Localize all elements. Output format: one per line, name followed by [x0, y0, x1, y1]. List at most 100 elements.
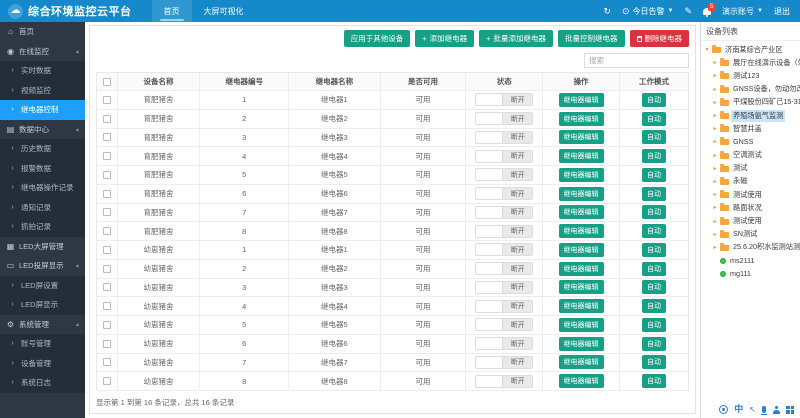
cursor-icon[interactable]: ↖ — [749, 406, 756, 414]
status-toggle[interactable]: 断开 — [475, 150, 533, 163]
row-checkbox[interactable] — [103, 208, 111, 216]
relay-edit-button[interactable]: 继电器编辑 — [559, 280, 604, 294]
tree-collapsed-icon[interactable]: ▸ — [712, 86, 718, 93]
status-off-segment[interactable]: 断开 — [502, 226, 532, 237]
relay-edit-button[interactable]: 继电器编辑 — [559, 355, 604, 369]
relay-edit-button[interactable]: 继电器编辑 — [559, 243, 604, 257]
sidebar-item-视频监控[interactable]: ›视频监控 — [0, 81, 85, 101]
row-checkbox[interactable] — [103, 358, 111, 366]
status-off-segment[interactable]: 断开 — [502, 301, 532, 312]
relay-edit-button[interactable]: 继电器编辑 — [559, 130, 604, 144]
status-off-segment[interactable]: 断开 — [502, 244, 532, 255]
status-on-segment[interactable] — [476, 319, 502, 330]
mode-auto-button[interactable]: 自动 — [642, 280, 666, 294]
row-checkbox[interactable] — [103, 96, 111, 104]
status-off-segment[interactable]: 断开 — [502, 113, 532, 124]
sidebar-item-在线监控[interactable]: ◉在线监控▴ — [0, 42, 85, 62]
row-checkbox[interactable] — [103, 302, 111, 310]
row-checkbox[interactable] — [103, 171, 111, 179]
sidebar-item-LED屏显示[interactable]: ›LED屏显示 — [0, 295, 85, 315]
relay-edit-button[interactable]: 继电器编辑 — [559, 149, 604, 163]
mode-auto-button[interactable]: 自动 — [642, 130, 666, 144]
status-on-segment[interactable] — [476, 132, 502, 143]
status-off-segment[interactable]: 断开 — [502, 263, 532, 274]
relay-edit-button[interactable]: 继电器编辑 — [559, 318, 604, 332]
account-menu[interactable]: 演示账号 ▼ — [722, 6, 763, 17]
tree-collapsed-icon[interactable]: ▸ — [712, 112, 718, 119]
tree-node-测试使用[interactable]: ▸测试使用 — [704, 214, 800, 227]
tree-node-智慧井盖[interactable]: ▸智慧井盖 — [704, 122, 800, 135]
status-on-segment[interactable] — [476, 169, 502, 180]
row-checkbox[interactable] — [103, 190, 111, 198]
status-toggle[interactable]: 断开 — [475, 131, 533, 144]
mode-auto-button[interactable]: 自动 — [642, 187, 666, 201]
tree-node-永磁[interactable]: ▸永磁 — [704, 175, 800, 188]
relay-edit-button[interactable]: 继电器编辑 — [559, 224, 604, 238]
mode-auto-button[interactable]: 自动 — [642, 262, 666, 276]
row-checkbox[interactable] — [103, 321, 111, 329]
sidebar-item-系统日志[interactable]: ›系统日志 — [0, 373, 85, 393]
status-toggle[interactable]: 断开 — [475, 112, 533, 125]
row-checkbox[interactable] — [103, 283, 111, 291]
ime-logo-icon[interactable] — [719, 405, 728, 414]
tree-node-路面状况[interactable]: ▸路面状况 — [704, 201, 800, 214]
row-checkbox[interactable] — [103, 265, 111, 273]
status-off-segment[interactable]: 断开 — [502, 319, 532, 330]
status-off-segment[interactable]: 断开 — [502, 132, 532, 143]
status-on-segment[interactable] — [476, 226, 502, 237]
status-on-segment[interactable] — [476, 94, 502, 105]
status-off-segment[interactable]: 断开 — [502, 169, 532, 180]
tree-node-mg111[interactable]: mg111 — [704, 267, 800, 280]
sidebar-item-抓拍记录[interactable]: ›抓拍记录 — [0, 217, 85, 237]
mode-auto-button[interactable]: 自动 — [642, 355, 666, 369]
toolbar-button-批量添加继电器[interactable]: +批量添加继电器 — [479, 30, 553, 47]
status-off-segment[interactable]: 断开 — [502, 207, 532, 218]
edit-pencil-icon[interactable]: ✎ — [685, 7, 693, 16]
relay-edit-button[interactable]: 继电器编辑 — [559, 205, 604, 219]
today-alarm-menu[interactable]: ⊙ 今日告警 ▼ — [622, 6, 674, 17]
tree-collapsed-icon[interactable]: ▸ — [712, 165, 718, 172]
status-on-segment[interactable] — [476, 151, 502, 162]
status-toggle[interactable]: 断开 — [475, 243, 533, 256]
status-toggle[interactable]: 断开 — [475, 337, 533, 350]
status-off-segment[interactable]: 断开 — [502, 282, 532, 293]
status-toggle[interactable]: 断开 — [475, 93, 533, 106]
relay-edit-button[interactable]: 继电器编辑 — [559, 168, 604, 182]
tree-collapsed-icon[interactable]: ▸ — [712, 231, 718, 238]
row-checkbox[interactable] — [103, 246, 111, 254]
status-on-segment[interactable] — [476, 338, 502, 349]
row-checkbox[interactable] — [103, 377, 111, 385]
relay-edit-button[interactable]: 继电器编辑 — [559, 112, 604, 126]
status-toggle[interactable]: 断开 — [475, 262, 533, 275]
row-checkbox[interactable] — [103, 227, 111, 235]
nav-bigscreen[interactable]: 大屏可视化 — [192, 0, 256, 22]
status-off-segment[interactable]: 断开 — [502, 338, 532, 349]
tree-node-SN测试[interactable]: ▸SN测试 — [704, 228, 800, 241]
tree-node-GNSS[interactable]: ▸GNSS — [704, 135, 800, 148]
toolbar-button-删除继电器[interactable]: 删除继电器 — [630, 30, 690, 47]
sidebar-item-LED屏设置[interactable]: ›LED屏设置 — [0, 276, 85, 296]
tree-node-养殖场氨气监测[interactable]: ▸养殖场氨气监测 — [704, 109, 800, 122]
sidebar-item-继电器操作记录[interactable]: ›继电器操作记录 — [0, 178, 85, 198]
tree-collapsed-icon[interactable]: ▸ — [712, 138, 718, 145]
tree-collapsed-icon[interactable]: ▸ — [712, 204, 718, 211]
relay-edit-button[interactable]: 继电器编辑 — [559, 187, 604, 201]
tree-node-测试使用[interactable]: ▸测试使用 — [704, 188, 800, 201]
tree-node-空调测试[interactable]: ▸空调测试 — [704, 149, 800, 162]
mode-auto-button[interactable]: 自动 — [642, 337, 666, 351]
sidebar-item-实时数据[interactable]: ›实时数据 — [0, 61, 85, 81]
status-toggle[interactable]: 断开 — [475, 168, 533, 181]
sidebar-item-历史数据[interactable]: ›历史数据 — [0, 139, 85, 159]
tree-node-测试123[interactable]: ▸测试123 — [704, 69, 800, 82]
status-off-segment[interactable]: 断开 — [502, 188, 532, 199]
status-on-segment[interactable] — [476, 301, 502, 312]
tree-collapsed-icon[interactable]: ▸ — [712, 152, 718, 159]
status-toggle[interactable]: 断开 — [475, 375, 533, 388]
tree-collapsed-icon[interactable]: ▸ — [712, 191, 718, 198]
status-on-segment[interactable] — [476, 244, 502, 255]
status-off-segment[interactable]: 断开 — [502, 357, 532, 368]
mode-auto-button[interactable]: 自动 — [642, 243, 666, 257]
relay-edit-button[interactable]: 继电器编辑 — [559, 337, 604, 351]
tree-collapsed-icon[interactable]: ▸ — [712, 72, 718, 79]
status-on-segment[interactable] — [476, 263, 502, 274]
